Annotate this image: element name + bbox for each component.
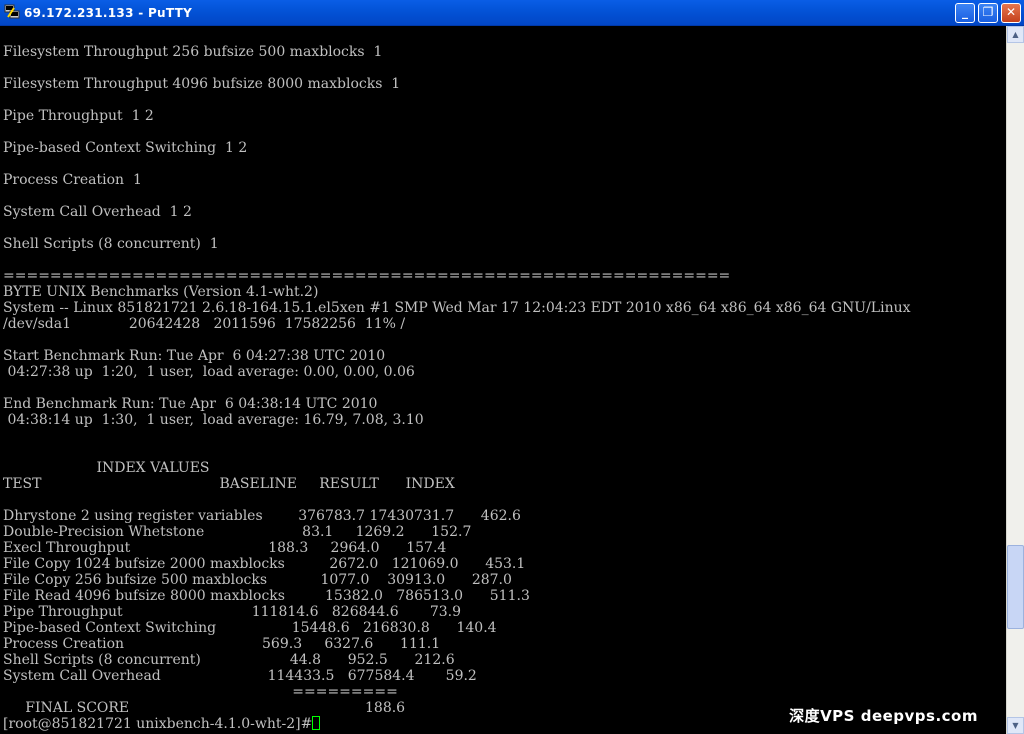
terminal-line: Execl Throughput 188.3 2964.0 157.4 <box>3 540 447 556</box>
terminal-line: Process Creation 1 <box>3 172 142 188</box>
terminal-line: Pipe-based Context Switching 15448.6 216… <box>3 620 497 636</box>
terminal-line: File Read 4096 bufsize 8000 maxblocks 15… <box>3 588 530 604</box>
title-bar[interactable]: 69.172.231.133 - PuTTY _ ❐ ✕ <box>0 0 1024 26</box>
watermark: 深度VPS deepvps.com <box>789 707 978 725</box>
terminal-line: INDEX VALUES <box>3 460 210 476</box>
terminal-line: Filesystem Throughput 256 bufsize 500 ma… <box>3 44 383 60</box>
terminal-line: 04:38:14 up 1:30, 1 user, load average: … <box>3 412 424 428</box>
terminal-line: /dev/sda1 20642428 2011596 17582256 11% … <box>3 316 406 332</box>
terminal-line: Pipe Throughput 1 2 <box>3 108 154 124</box>
close-button[interactable]: ✕ <box>1001 3 1021 23</box>
terminal-area[interactable]: Filesystem Throughput 256 bufsize 500 ma… <box>0 26 1006 734</box>
terminal-line: Dhrystone 2 using register variables 376… <box>3 508 521 524</box>
terminal-line: System Call Overhead 114433.5 677584.4 5… <box>3 668 477 684</box>
terminal-line: Process Creation 569.3 6327.6 111.1 <box>3 636 441 652</box>
terminal-line: Double-Precision Whetstone 83.1 1269.2 1… <box>3 524 472 540</box>
terminal-line: System Call Overhead 1 2 <box>3 204 192 220</box>
terminal-line: 04:27:38 up 1:20, 1 user, load average: … <box>3 364 415 380</box>
vertical-scrollbar[interactable]: ▲ ▼ <box>1006 26 1024 734</box>
scroll-down-arrow-icon[interactable]: ▼ <box>1007 717 1024 734</box>
terminal-line: File Copy 256 bufsize 500 maxblocks 1077… <box>3 572 512 588</box>
maximize-button[interactable]: ❐ <box>978 3 998 23</box>
terminal-line: Shell Scripts (8 concurrent) 44.8 952.5 … <box>3 652 455 668</box>
terminal-line: Shell Scripts (8 concurrent) 1 <box>3 236 219 252</box>
scroll-up-arrow-icon[interactable]: ▲ <box>1007 26 1024 43</box>
scrollbar-thumb[interactable] <box>1007 544 1024 629</box>
window-title: 69.172.231.133 - PuTTY <box>24 6 193 20</box>
terminal-line: System -- Linux 851821721 2.6.18-164.15.… <box>3 300 911 316</box>
terminal-line: Start Benchmark Run: Tue Apr 6 04:27:38 … <box>3 348 386 364</box>
terminal-line: Filesystem Throughput 4096 bufsize 8000 … <box>3 76 401 92</box>
terminal-line: BYTE UNIX Benchmarks (Version 4.1-wht.2) <box>3 284 319 300</box>
text-cursor <box>312 716 321 730</box>
putty-window: 69.172.231.133 - PuTTY _ ❐ ✕ Filesystem … <box>0 0 1024 734</box>
terminal-line: File Copy 1024 bufsize 2000 maxblocks 26… <box>3 556 526 572</box>
terminal-line: End Benchmark Run: Tue Apr 6 04:38:14 UT… <box>3 396 378 412</box>
terminal-line: ========================================… <box>3 268 731 284</box>
putty-icon[interactable] <box>4 4 20 20</box>
terminal-line: Pipe Throughput 111814.6 826844.6 73.9 <box>3 604 462 620</box>
terminal-line: TEST BASELINE RESULT INDEX <box>3 476 455 492</box>
terminal-line: FINAL SCORE 188.6 <box>3 700 406 716</box>
shell-prompt: [root@851821721 unixbench-4.1.0-wht-2]# <box>3 716 313 732</box>
terminal-line: ========= <box>3 684 398 700</box>
shell-prompt-line[interactable]: [root@851821721 unixbench-4.1.0-wht-2]# <box>3 716 911 732</box>
terminal-output: Filesystem Throughput 256 bufsize 500 ma… <box>3 44 911 732</box>
minimize-button[interactable]: _ <box>955 3 975 23</box>
terminal-line: Pipe-based Context Switching 1 2 <box>3 140 248 156</box>
